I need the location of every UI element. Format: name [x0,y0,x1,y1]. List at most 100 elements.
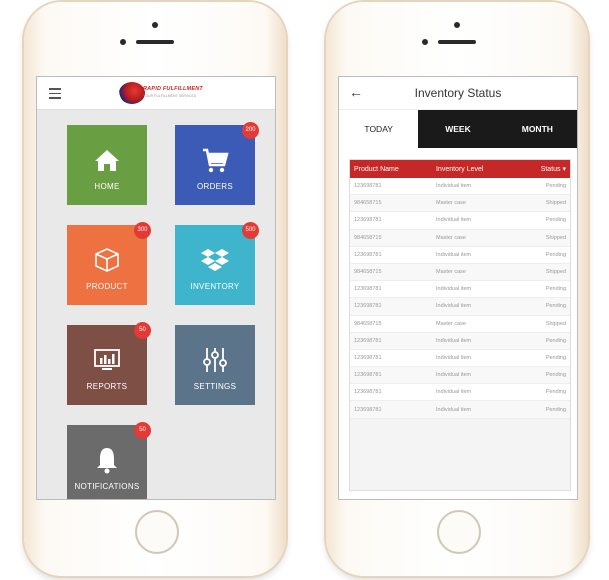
period-tabs: TODAY WEEK MONTH [339,110,577,148]
tile-reports[interactable]: REPORTS 50 [67,322,151,405]
front-sensor [152,22,158,28]
tile-notifications[interactable]: NOTIFICATIONS 50 [67,422,151,499]
cell-inventory-level: Individual item [431,280,519,299]
table-row[interactable]: 123698781 Individual item Pending [350,332,570,350]
sliders-icon [203,348,227,372]
cell-inventory-level: Master case [431,315,519,333]
page-title: Inventory Status [414,86,502,100]
monitor-chart-icon [94,349,120,370]
inventory-table: Product Name Inventory Level Status ▾ 12… [350,160,570,419]
inventory-table-container: Product Name Inventory Level Status ▾ 12… [349,159,571,491]
tile-orders-label: ORDERS [196,182,234,191]
table-row[interactable]: 123698781 Individual item Pending [350,211,570,230]
cell-status: Pending [518,400,570,419]
tile-notifications-label: NOTIFICATIONS [74,482,140,491]
cell-status: Shipped [518,194,570,213]
tile-inventory[interactable]: INVENTORY 500 [175,222,259,305]
cell-status: Pending [518,178,570,196]
cell-status: Shipped [518,263,570,282]
cell-product-name: 984658715 [350,194,432,213]
app-topbar: RAPID FULFILLMENT YOUR FULFILLMENT SERVI… [37,77,275,110]
table-row[interactable]: 984658715 Master case Shipped [350,229,570,247]
tab-month[interactable]: MONTH [497,110,577,148]
shopping-cart-icon [203,148,229,173]
table-row[interactable]: 123698781 Individual item Pending [350,246,570,264]
tile-home-label: HOME [94,182,120,191]
cell-product-name: 123698781 [350,246,432,264]
cell-product-name: 984658715 [350,229,432,247]
cell-product-name: 984658715 [350,315,432,333]
cell-status: Pending [518,297,570,316]
table-row[interactable]: 123698781 Individual item Pending [350,178,570,196]
earpiece-speaker [438,40,476,44]
right-phone-home-button[interactable] [437,510,481,554]
cell-product-name: 123698781 [350,332,432,350]
tab-today[interactable]: TODAY [339,110,419,148]
notifications-count-badge: 50 [134,422,151,439]
cell-product-name: 123698781 [350,366,432,385]
cell-product-name: 123698781 [350,280,432,299]
cell-status: Pending [518,366,570,385]
tile-home[interactable]: HOME [67,125,147,205]
table-row[interactable]: 984658715 Master case Shipped [350,194,570,213]
cell-inventory-level: Individual item [431,349,519,368]
cell-inventory-level: Master case [431,229,519,247]
right-phone-frame: ← Inventory Status TODAY WEEK MONTH Prod… [326,2,588,576]
front-sensor [454,22,460,28]
cell-inventory-level: Individual item [431,211,519,230]
table-row[interactable]: 123698781 Individual item Pending [350,297,570,316]
tile-product[interactable]: PRODUCT 300 [67,222,151,305]
inventory-status-screen: ← Inventory Status TODAY WEEK MONTH Prod… [338,76,578,500]
front-camera [120,39,126,45]
screen-header: ← Inventory Status [339,77,577,110]
logo-swoosh-icon [119,82,145,104]
cell-inventory-level: Master case [431,194,519,213]
cell-product-name: 123698781 [350,383,432,402]
table-row[interactable]: 123698781 Individual item Pending [350,349,570,368]
cell-status: Pending [518,383,570,402]
tile-orders[interactable]: ORDERS 200 [175,122,259,205]
logo-title: RAPID FULFILLMENT [143,86,203,92]
cell-product-name: 123698781 [350,349,432,368]
cell-inventory-level: Master case [431,263,519,282]
table-row[interactable]: 123698781 Individual item Pending [350,280,570,299]
tile-product-label: PRODUCT [86,282,128,291]
column-status-sort[interactable]: Status ▾ [518,160,570,178]
table-row[interactable]: 123698781 Individual item Pending [350,383,570,402]
orders-count-badge: 200 [242,122,259,139]
cell-inventory-level: Individual item [431,400,519,419]
bell-icon [97,448,117,474]
product-count-badge: 300 [134,222,151,239]
table-row[interactable]: 984658715 Master case Shipped [350,263,570,282]
table-row[interactable]: 984658715 Master case Shipped [350,315,570,333]
dashboard-screen: RAPID FULFILLMENT YOUR FULFILLMENT SERVI… [36,76,276,500]
earpiece-speaker [136,40,174,44]
cell-status: Pending [518,332,570,350]
box-icon [95,248,119,272]
cell-status: Pending [518,246,570,264]
hamburger-menu-icon[interactable] [49,88,61,102]
cell-status: Pending [518,211,570,230]
tile-settings[interactable]: SETTINGS [175,325,255,405]
cell-status: Shipped [518,229,570,247]
reports-count-badge: 50 [134,322,151,339]
cell-inventory-level: Individual item [431,297,519,316]
left-phone-home-button[interactable] [135,510,179,554]
cell-inventory-level: Individual item [431,246,519,264]
cell-product-name: 984658715 [350,263,432,282]
column-inventory-level[interactable]: Inventory Level [431,160,519,178]
inventory-count-badge: 500 [242,222,259,239]
table-row[interactable]: 123698781 Individual item Pending [350,400,570,419]
column-product-name[interactable]: Product Name [350,160,432,178]
cell-inventory-level: Individual item [431,332,519,350]
cell-inventory-level: Individual item [431,366,519,385]
cell-product-name: 123698781 [350,178,432,196]
table-row[interactable]: 123698781 Individual item Pending [350,366,570,385]
cell-status: Pending [518,280,570,299]
left-phone-frame: RAPID FULFILLMENT YOUR FULFILLMENT SERVI… [24,2,286,576]
tab-week[interactable]: WEEK [418,110,498,148]
tile-inventory-label: INVENTORY [190,282,240,291]
cell-status: Pending [518,349,570,368]
tile-reports-label: REPORTS [86,382,128,391]
company-logo: RAPID FULFILLMENT YOUR FULFILLMENT SERVI… [119,82,229,104]
